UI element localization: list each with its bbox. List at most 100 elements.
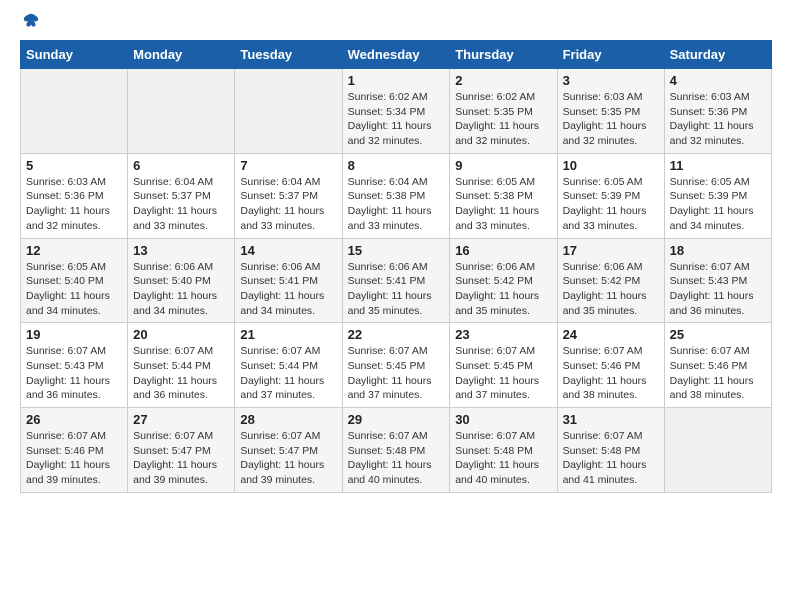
- day-info: Sunrise: 6:07 AMSunset: 5:48 PMDaylight:…: [348, 429, 445, 488]
- day-number: 2: [455, 73, 551, 88]
- calendar-cell: [235, 69, 342, 154]
- day-info: Sunrise: 6:07 AMSunset: 5:43 PMDaylight:…: [670, 260, 766, 319]
- calendar-cell: 29 Sunrise: 6:07 AMSunset: 5:48 PMDayligh…: [342, 408, 450, 493]
- calendar-cell: 30 Sunrise: 6:07 AMSunset: 5:48 PMDayligh…: [450, 408, 557, 493]
- day-number: 8: [348, 158, 445, 173]
- day-number: 31: [563, 412, 659, 427]
- calendar-header-thursday: Thursday: [450, 41, 557, 69]
- calendar-cell: 20 Sunrise: 6:07 AMSunset: 5:44 PMDayligh…: [128, 323, 235, 408]
- day-number: 6: [133, 158, 229, 173]
- calendar-week-row: 12 Sunrise: 6:05 AMSunset: 5:40 PMDayligh…: [21, 238, 772, 323]
- calendar-cell: 17Sunrise: 6:06 AMSunset: 5:42 PMDayligh…: [557, 238, 664, 323]
- day-number: 24: [563, 327, 659, 342]
- calendar-cell: 25 Sunrise: 6:07 AMSunset: 5:46 PMDayligh…: [664, 323, 771, 408]
- day-info: Sunrise: 6:02 AMSunset: 5:35 PMDaylight:…: [455, 90, 551, 149]
- day-number: 30: [455, 412, 551, 427]
- day-info: Sunrise: 6:07 AMSunset: 5:48 PMDaylight:…: [455, 429, 551, 488]
- day-number: 25: [670, 327, 766, 342]
- calendar-cell: 15Sunrise: 6:06 AMSunset: 5:41 PMDayligh…: [342, 238, 450, 323]
- calendar-cell: 12 Sunrise: 6:05 AMSunset: 5:40 PMDayligh…: [21, 238, 128, 323]
- calendar-cell: 13 Sunrise: 6:06 AMSunset: 5:40 PMDayligh…: [128, 238, 235, 323]
- day-info: Sunrise: 6:05 AMSunset: 5:39 PMDaylight:…: [670, 175, 766, 234]
- day-number: 12: [26, 243, 122, 258]
- day-number: 13: [133, 243, 229, 258]
- calendar-header-monday: Monday: [128, 41, 235, 69]
- calendar-week-row: 19 Sunrise: 6:07 AMSunset: 5:43 PMDayligh…: [21, 323, 772, 408]
- day-number: 11: [670, 158, 766, 173]
- day-info: Sunrise: 6:04 AMSunset: 5:38 PMDaylight:…: [348, 175, 445, 234]
- calendar-cell: 4 Sunrise: 6:03 AMSunset: 5:36 PMDaylight…: [664, 69, 771, 154]
- calendar-week-row: 26 Sunrise: 6:07 AMSunset: 5:46 PMDayligh…: [21, 408, 772, 493]
- calendar-table: SundayMondayTuesdayWednesdayThursdayFrid…: [20, 40, 772, 493]
- day-info: Sunrise: 6:07 AMSunset: 5:46 PMDaylight:…: [26, 429, 122, 488]
- day-info: Sunrise: 6:07 AMSunset: 5:44 PMDaylight:…: [240, 344, 336, 403]
- day-number: 23: [455, 327, 551, 342]
- day-info: Sunrise: 6:07 AMSunset: 5:43 PMDaylight:…: [26, 344, 122, 403]
- calendar-header-tuesday: Tuesday: [235, 41, 342, 69]
- day-info: Sunrise: 6:07 AMSunset: 5:48 PMDaylight:…: [563, 429, 659, 488]
- calendar-cell: 1 Sunrise: 6:02 AMSunset: 5:34 PMDaylight…: [342, 69, 450, 154]
- day-info: Sunrise: 6:07 AMSunset: 5:46 PMDaylight:…: [670, 344, 766, 403]
- day-number: 15: [348, 243, 445, 258]
- day-info: Sunrise: 6:07 AMSunset: 5:45 PMDaylight:…: [348, 344, 445, 403]
- day-number: 4: [670, 73, 766, 88]
- calendar-header-wednesday: Wednesday: [342, 41, 450, 69]
- day-info: Sunrise: 6:03 AMSunset: 5:36 PMDaylight:…: [26, 175, 122, 234]
- day-number: 3: [563, 73, 659, 88]
- logo-bird-icon: [22, 12, 40, 30]
- day-info: Sunrise: 6:07 AMSunset: 5:45 PMDaylight:…: [455, 344, 551, 403]
- day-info: Sunrise: 6:05 AMSunset: 5:40 PMDaylight:…: [26, 260, 122, 319]
- calendar-week-row: 5 Sunrise: 6:03 AMSunset: 5:36 PMDaylight…: [21, 153, 772, 238]
- day-number: 28: [240, 412, 336, 427]
- day-number: 5: [26, 158, 122, 173]
- day-info: Sunrise: 6:04 AMSunset: 5:37 PMDaylight:…: [240, 175, 336, 234]
- day-info: Sunrise: 6:06 AMSunset: 5:41 PMDaylight:…: [240, 260, 336, 319]
- calendar-cell: 3 Sunrise: 6:03 AMSunset: 5:35 PMDaylight…: [557, 69, 664, 154]
- day-info: Sunrise: 6:04 AMSunset: 5:37 PMDaylight:…: [133, 175, 229, 234]
- calendar-cell: 8 Sunrise: 6:04 AMSunset: 5:38 PMDaylight…: [342, 153, 450, 238]
- calendar-cell: 31 Sunrise: 6:07 AMSunset: 5:48 PMDayligh…: [557, 408, 664, 493]
- day-number: 29: [348, 412, 445, 427]
- calendar-cell: 22Sunrise: 6:07 AMSunset: 5:45 PMDayligh…: [342, 323, 450, 408]
- calendar-cell: 24 Sunrise: 6:07 AMSunset: 5:46 PMDayligh…: [557, 323, 664, 408]
- calendar-cell: 7Sunrise: 6:04 AMSunset: 5:37 PMDaylight…: [235, 153, 342, 238]
- calendar-cell: 26 Sunrise: 6:07 AMSunset: 5:46 PMDayligh…: [21, 408, 128, 493]
- header: [20, 20, 772, 30]
- day-info: Sunrise: 6:03 AMSunset: 5:35 PMDaylight:…: [563, 90, 659, 149]
- day-info: Sunrise: 6:07 AMSunset: 5:47 PMDaylight:…: [240, 429, 336, 488]
- day-info: Sunrise: 6:07 AMSunset: 5:46 PMDaylight:…: [563, 344, 659, 403]
- day-number: 26: [26, 412, 122, 427]
- calendar-cell: 5 Sunrise: 6:03 AMSunset: 5:36 PMDaylight…: [21, 153, 128, 238]
- day-info: Sunrise: 6:07 AMSunset: 5:44 PMDaylight:…: [133, 344, 229, 403]
- calendar-cell: [664, 408, 771, 493]
- calendar-cell: 6 Sunrise: 6:04 AMSunset: 5:37 PMDaylight…: [128, 153, 235, 238]
- day-info: Sunrise: 6:06 AMSunset: 5:42 PMDaylight:…: [455, 260, 551, 319]
- day-number: 1: [348, 73, 445, 88]
- calendar-cell: 10Sunrise: 6:05 AMSunset: 5:39 PMDayligh…: [557, 153, 664, 238]
- day-info: Sunrise: 6:06 AMSunset: 5:40 PMDaylight:…: [133, 260, 229, 319]
- calendar-cell: 23 Sunrise: 6:07 AMSunset: 5:45 PMDayligh…: [450, 323, 557, 408]
- calendar-cell: 28 Sunrise: 6:07 AMSunset: 5:47 PMDayligh…: [235, 408, 342, 493]
- day-info: Sunrise: 6:02 AMSunset: 5:34 PMDaylight:…: [348, 90, 445, 149]
- day-number: 20: [133, 327, 229, 342]
- calendar-cell: 11 Sunrise: 6:05 AMSunset: 5:39 PMDayligh…: [664, 153, 771, 238]
- day-number: 27: [133, 412, 229, 427]
- logo: [20, 20, 40, 30]
- day-info: Sunrise: 6:05 AMSunset: 5:39 PMDaylight:…: [563, 175, 659, 234]
- calendar-cell: 27 Sunrise: 6:07 AMSunset: 5:47 PMDayligh…: [128, 408, 235, 493]
- calendar-header-saturday: Saturday: [664, 41, 771, 69]
- day-info: Sunrise: 6:03 AMSunset: 5:36 PMDaylight:…: [670, 90, 766, 149]
- day-number: 17: [563, 243, 659, 258]
- calendar-cell: 9Sunrise: 6:05 AMSunset: 5:38 PMDaylight…: [450, 153, 557, 238]
- calendar-cell: 14 Sunrise: 6:06 AMSunset: 5:41 PMDayligh…: [235, 238, 342, 323]
- calendar-header-sunday: Sunday: [21, 41, 128, 69]
- day-number: 19: [26, 327, 122, 342]
- day-info: Sunrise: 6:07 AMSunset: 5:47 PMDaylight:…: [133, 429, 229, 488]
- calendar-cell: 21 Sunrise: 6:07 AMSunset: 5:44 PMDayligh…: [235, 323, 342, 408]
- day-number: 21: [240, 327, 336, 342]
- calendar-cell: [21, 69, 128, 154]
- day-number: 18: [670, 243, 766, 258]
- day-number: 14: [240, 243, 336, 258]
- day-number: 9: [455, 158, 551, 173]
- calendar-cell: 18 Sunrise: 6:07 AMSunset: 5:43 PMDayligh…: [664, 238, 771, 323]
